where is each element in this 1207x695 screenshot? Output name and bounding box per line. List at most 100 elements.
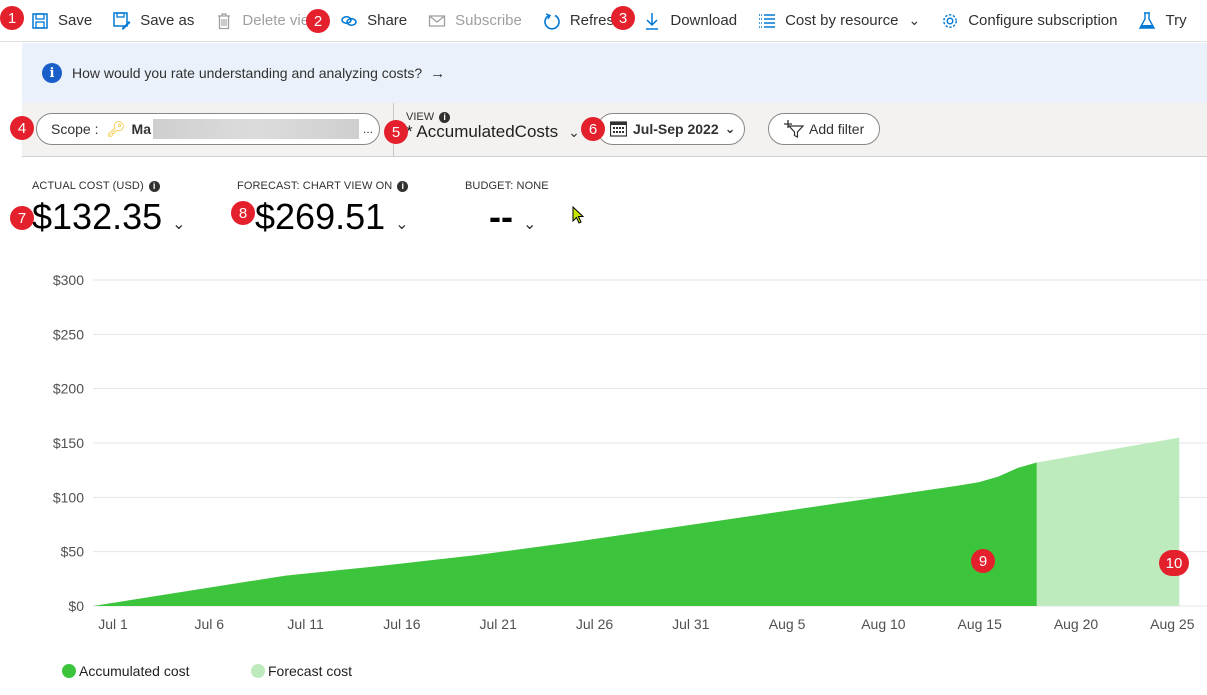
configure-subscription-label: Configure subscription [968,12,1118,29]
x-tick-label: Jul 26 [576,616,614,632]
download-button[interactable]: Download [642,11,737,31]
share-button[interactable]: Share [339,11,407,31]
scope-label: Scope : [51,121,99,137]
scope-value: Ma [131,121,151,137]
save-button[interactable]: Save [30,11,92,31]
download-icon [642,11,662,31]
mouse-cursor-icon [572,205,586,231]
legend-forecast[interactable]: Forecast cost [251,663,352,679]
annotation-badge-5: 5 [384,120,408,144]
x-tick-label: Aug 25 [1150,616,1195,632]
kpi-forecast: FORECAST: CHART VIEW ON i $269.51 ⌄ [237,180,409,238]
add-filter-label: Add filter [809,121,865,137]
arrow-right-icon: → [430,64,446,82]
save-icon [30,11,50,31]
info-icon: i [397,180,409,192]
x-tick-label: Jul 11 [287,616,324,632]
legend-swatch-accumulated [62,664,76,678]
kpi-label-row: FORECAST: CHART VIEW ON i [237,180,409,192]
delete-view-button[interactable]: Delete vie [214,11,309,31]
y-tick-label: $200 [53,381,84,397]
feedback-banner-text: How would you rate understanding and ana… [72,65,423,81]
kpi-label: FORECAST: CHART VIEW ON [237,180,393,192]
filter-bar: Scope : 🔑︎ Ma ... VIEW i * AccumulatedCo… [22,103,1207,157]
kpi-label: BUDGET: NONE [465,180,549,192]
subscribe-button[interactable]: Subscribe [427,11,522,31]
annotation-badge-4: 4 [10,116,34,140]
annotation-badge-1: 1 [0,6,24,30]
save-label: Save [58,12,93,29]
calendar-icon [610,121,627,137]
x-tick-label: Aug 15 [958,616,1003,632]
y-tick-label: $0 [68,598,84,614]
kpi-label-row: BUDGET: NONE [465,180,549,192]
trash-icon [214,11,234,31]
kpi-budget-value[interactable]: -- ⌄ [465,196,549,238]
delete-view-label: Delete vie [242,12,310,29]
gear-icon [940,11,960,31]
x-tick-label: Aug 5 [769,616,806,632]
scope-ellipsis: ... [362,122,373,136]
chevron-down-icon: ⌄ [908,12,921,28]
share-label: Share [367,12,408,29]
x-tick-label: Jul 31 [672,616,710,632]
x-tick-label: Jul 21 [480,616,518,632]
redacted-scope-name [152,119,359,139]
kpi-forecast-value[interactable]: $269.51 ⌄ [237,196,409,238]
refresh-icon [542,11,562,31]
add-filter-icon [783,120,805,138]
kpi-label-row: ACTUAL COST (USD) i [32,180,186,192]
link-icon [339,11,359,31]
key-icon: 🔑︎ [106,121,126,138]
annotation-badge-8: 8 [231,201,255,225]
add-filter-button[interactable]: Add filter [768,113,880,145]
legend-swatch-forecast [251,664,265,678]
accumulated-cost-area [93,462,1037,606]
kpi-label: ACTUAL COST (USD) [32,180,144,192]
chevron-down-icon: ⌄ [724,121,736,136]
y-tick-label: $150 [53,435,84,451]
kpi-budget: BUDGET: NONE -- ⌄ [465,180,549,238]
scope-picker[interactable]: Scope : 🔑︎ Ma ... [36,113,380,145]
download-label: Download [670,12,738,29]
cost-by-resource-label: Cost by resource [785,12,899,29]
y-tick-label: $50 [61,544,85,560]
save-as-label: Save as [140,12,195,29]
save-as-button[interactable]: Save as [112,11,194,31]
date-range-picker[interactable]: Jul-Sep 2022 ⌄ [597,113,745,145]
legend-label: Accumulated cost [79,663,190,679]
annotation-badge-2: 2 [306,9,330,33]
forecast-cost-area [1036,437,1180,606]
annotation-badge-6: 6 [581,117,605,141]
feedback-banner[interactable]: i How would you rate understanding and a… [22,43,1207,103]
view-name: * AccumulatedCosts [406,122,559,141]
configure-subscription-button[interactable]: Configure subscription [940,11,1117,31]
chevron-down-icon: ⌄ [172,216,186,233]
annotation-badge-10: 10 [1159,550,1189,576]
info-icon: i [148,180,160,192]
try-button[interactable]: Try [1137,11,1187,31]
kpi-actual-cost-value[interactable]: $132.35 ⌄ [32,196,186,238]
x-tick-label: Aug 20 [1054,616,1099,632]
x-tick-label: Jul 1 [98,616,128,632]
try-label: Try [1165,12,1187,29]
command-bar: Save Save as Delete vie Share Subscribe … [0,0,1207,42]
save-as-icon [112,11,132,31]
annotation-badge-3: 3 [611,6,635,30]
view-name-row[interactable]: * AccumulatedCosts ⌄ [406,122,580,142]
legend-accumulated[interactable]: Accumulated cost [62,663,190,679]
cost-by-resource-dropdown[interactable]: Cost by resource ⌄ [757,11,920,31]
info-icon: i [439,111,451,123]
kpi-value: $269.51 [255,196,386,237]
list-icon [757,11,777,31]
x-tick-label: Jul 6 [195,616,225,632]
y-tick-label: $300 [53,272,84,288]
view-selector[interactable]: VIEW i * AccumulatedCosts ⌄ [406,111,580,142]
kpi-value: $132.35 [32,196,163,237]
kpi-value: -- [489,196,513,237]
subscribe-label: Subscribe [455,12,522,29]
x-tick-label: Aug 10 [861,616,906,632]
chevron-down-icon: ⌄ [522,216,537,233]
mail-icon [427,11,447,31]
annotation-badge-9: 9 [971,549,995,573]
